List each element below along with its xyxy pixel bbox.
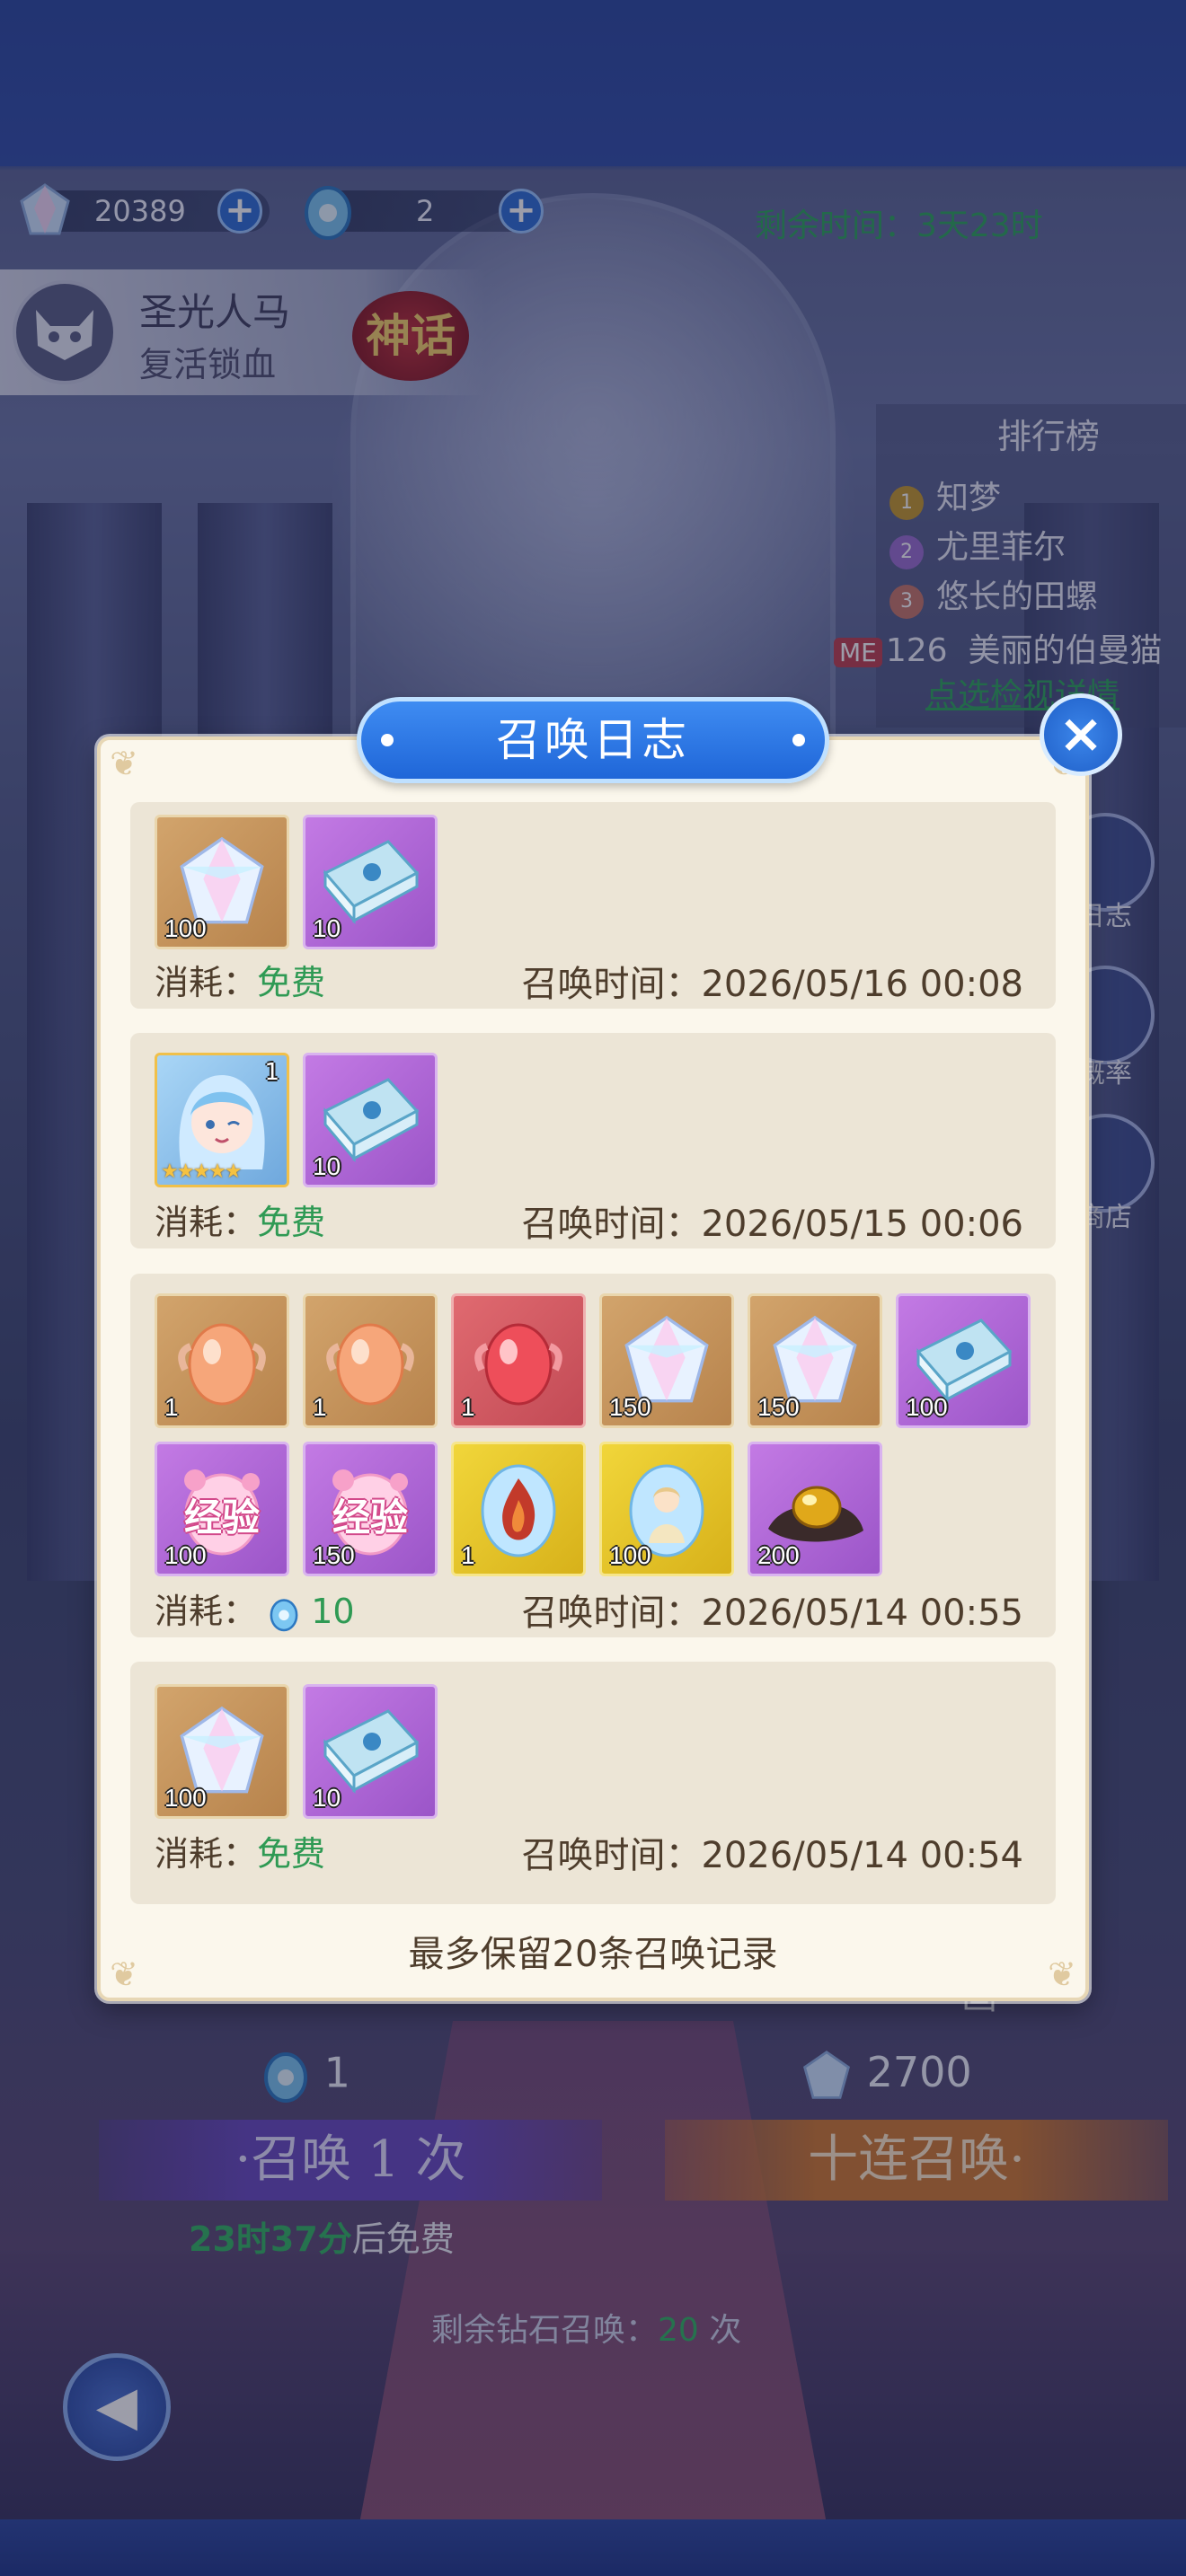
item-quantity: 100 (906, 1393, 948, 1421)
time-label: 召唤时间： (521, 1835, 702, 1876)
hero-level: 1 (264, 1059, 279, 1086)
reward-item[interactable]: 200 (748, 1442, 882, 1576)
reward-item[interactable]: 100 (155, 1684, 289, 1819)
entry-cost: 消耗：免费 (155, 1826, 325, 1875)
reward-item[interactable]: 1 (303, 1293, 438, 1428)
cost-value: 免费 (257, 1203, 326, 1242)
egg-currency-icon (270, 1598, 298, 1631)
cost-label: 消耗： (155, 1592, 258, 1631)
time-value: 2026/05/14 00:55 (701, 1592, 1023, 1634)
reward-item[interactable]: 1 ★★★★★ (155, 1053, 289, 1187)
reward-item[interactable]: 100 (896, 1293, 1031, 1428)
cost-value: 免费 (257, 963, 326, 1002)
cost-label: 消耗： (155, 963, 258, 1002)
item-quantity: 1 (461, 1541, 475, 1569)
hero-stars: ★★★★★ (161, 1160, 243, 1183)
modal-title: 召唤日志 (357, 697, 829, 783)
log-entry: 1 1 1 150 150 100 经验 100 经验 150 1 100 20… (130, 1274, 1056, 1637)
item-quantity: 100 (164, 1541, 207, 1569)
modal-title-text: 召唤日志 (496, 714, 690, 766)
reward-item[interactable]: 10 (303, 1053, 438, 1187)
title-dot (792, 734, 805, 746)
entry-time: 召唤时间：2026/05/15 00:06 (521, 1195, 1023, 1247)
entry-cost: 消耗： 10 (155, 1584, 355, 1633)
reward-item[interactable]: 150 (599, 1293, 734, 1428)
log-limit-note: 最多保留20条召唤记录 (408, 1934, 778, 1975)
cost-value: 免费 (257, 1834, 326, 1874)
item-quantity: 10 (313, 1784, 341, 1812)
item-quantity: 150 (757, 1393, 800, 1421)
entry-time: 召唤时间：2026/05/14 00:55 (521, 1584, 1023, 1636)
item-quantity: 100 (164, 914, 207, 942)
entry-time: 召唤时间：2026/05/16 00:08 (521, 955, 1023, 1007)
reward-item[interactable]: 1 (155, 1293, 289, 1428)
log-entry: 100 10 消耗：免费 召唤时间：2026/05/14 00:54 (130, 1662, 1056, 1904)
exp-label: 经验 (183, 1495, 260, 1539)
reward-item[interactable]: 10 (303, 815, 438, 949)
time-value: 2026/05/16 00:08 (701, 964, 1023, 1005)
log-entry: 100 10 消耗：免费 召唤时间：2026/05/16 00:08 (130, 802, 1056, 1009)
close-icon: × (1058, 702, 1104, 765)
time-value: 2026/05/14 00:54 (701, 1835, 1023, 1876)
entry-cost: 消耗：免费 (155, 1195, 325, 1244)
entry-time: 召唤时间：2026/05/14 00:54 (521, 1826, 1023, 1878)
cost-label: 消耗： (155, 1203, 258, 1242)
time-label: 召唤时间： (521, 964, 702, 1005)
item-quantity: 100 (609, 1541, 651, 1569)
item-quantity: 1 (313, 1393, 327, 1421)
item-quantity: 150 (313, 1541, 355, 1569)
reward-item[interactable]: 1 (451, 1293, 586, 1428)
reward-item[interactable]: 100 (599, 1442, 734, 1576)
time-label: 召唤时间： (521, 1204, 702, 1245)
item-quantity: 10 (313, 1152, 341, 1180)
title-dot (381, 734, 394, 746)
item-quantity: 150 (609, 1393, 651, 1421)
item-quantity: 100 (164, 1784, 207, 1812)
time-value: 2026/05/15 00:06 (701, 1204, 1023, 1245)
reward-item[interactable]: 10 (303, 1684, 438, 1819)
cost-label: 消耗： (155, 1834, 258, 1874)
reward-item[interactable]: 经验 100 (155, 1442, 289, 1576)
log-entry: 1 ★★★★★ 10 消耗：免费 召唤时间：2026/05/15 00:06 (130, 1033, 1056, 1248)
item-quantity: 200 (757, 1541, 800, 1569)
reward-item[interactable]: 100 (155, 815, 289, 949)
reward-item[interactable]: 1 (451, 1442, 586, 1576)
reward-item[interactable]: 150 (748, 1293, 882, 1428)
cost-value: 10 (311, 1592, 355, 1631)
reward-item[interactable]: 经验 150 (303, 1442, 438, 1576)
item-quantity: 1 (164, 1393, 179, 1421)
exp-label: 经验 (332, 1495, 408, 1539)
close-button[interactable]: × (1040, 693, 1122, 776)
item-quantity: 10 (313, 914, 341, 942)
time-label: 召唤时间： (521, 1592, 702, 1634)
entry-cost: 消耗：免费 (155, 955, 325, 1004)
corner-ornament: ❦ (110, 744, 138, 783)
item-quantity: 1 (461, 1393, 475, 1421)
